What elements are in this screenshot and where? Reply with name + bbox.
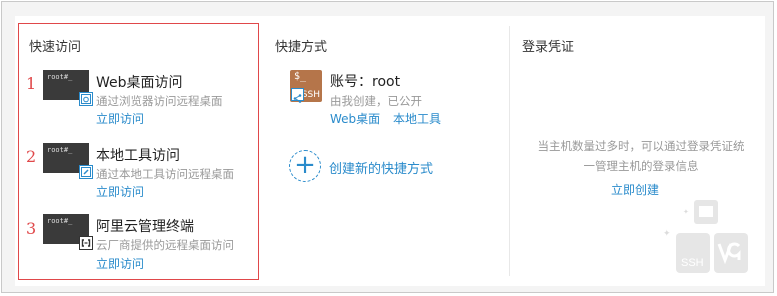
browser-icon (79, 92, 93, 106)
terminal-thumbnail: root#_ (43, 214, 93, 250)
terminal-thumbnail: root#_ (43, 143, 93, 179)
terminal-prompt: root#_ (47, 146, 73, 154)
shortcut-web-desktop-link[interactable]: Web桌面 (330, 110, 380, 127)
aliyun-icon (79, 236, 93, 250)
window-frame: 快速访问 1 root#_ Web桌面访问 通过浏览器访问远程桌面 立即访问 2… (1, 1, 774, 293)
column-divider (509, 26, 510, 276)
step-number: 2 (26, 147, 37, 166)
local-tool-access-link[interactable]: 立即访问 (96, 183, 144, 200)
ssh-tile-prompt: $_ (294, 71, 307, 82)
shortcut-local-tool-link[interactable]: 本地工具 (393, 110, 441, 127)
credentials-title: 登录凭证 (522, 40, 575, 55)
web-desktop-access-link[interactable]: 立即访问 (96, 110, 144, 127)
terminal-prompt: root#_ (47, 73, 73, 81)
credentials-desc-line1: 当主机数量过多时，可以通过登录凭证统 (537, 139, 745, 153)
local-tool-title: 本地工具访问 (96, 148, 180, 164)
aliyun-terminal-title: 阿里云管理终端 (96, 219, 194, 235)
quick-access-title: 快速访问 (29, 40, 82, 55)
account-meta: 由我创建，已公开 (330, 94, 422, 108)
step-number: 1 (26, 74, 37, 93)
aliyun-terminal-access-link[interactable]: 立即访问 (96, 255, 144, 272)
svg-text:✦: ✦ (663, 229, 671, 239)
web-desktop-desc: 通过浏览器访问远程桌面 (96, 94, 223, 108)
step-number: 3 (26, 219, 37, 238)
account-name: 账号：root (330, 74, 401, 90)
ssh-account-icon: $_ SSH (290, 70, 322, 103)
decor-ssh-label: SSH (681, 257, 704, 269)
local-tool-desc: 通过本地工具访问远程桌面 (96, 167, 234, 181)
credentials-description: 当主机数量过多时，可以通过登录凭证统 一管理主机的登录信息 (529, 136, 753, 176)
terminal-prompt: root#_ (47, 217, 73, 225)
create-shortcut-link[interactable]: 创建新的快捷方式 (329, 158, 433, 177)
edit-icon (79, 165, 93, 179)
access-panel: 快速访问 1 root#_ Web桌面访问 通过浏览器访问远程桌面 立即访问 2… (15, 16, 765, 286)
shortcuts-title: 快捷方式 (275, 40, 328, 55)
svg-text:✦: ✦ (683, 208, 689, 216)
create-credential-link[interactable]: 立即创建 (611, 181, 659, 198)
ssh-tile-label: SSH (301, 90, 320, 100)
aliyun-terminal-desc: 云厂商提供的远程桌面访问 (96, 238, 234, 252)
terminal-thumbnail: root#_ (43, 70, 93, 106)
credentials-desc-line2: 一管理主机的登录信息 (583, 159, 699, 173)
share-icon (291, 88, 304, 103)
credential-illustration-icon: SSH ✦ ✦ (663, 200, 748, 273)
web-desktop-title: Web桌面访问 (96, 75, 183, 91)
add-shortcut-icon[interactable]: + (289, 150, 321, 182)
